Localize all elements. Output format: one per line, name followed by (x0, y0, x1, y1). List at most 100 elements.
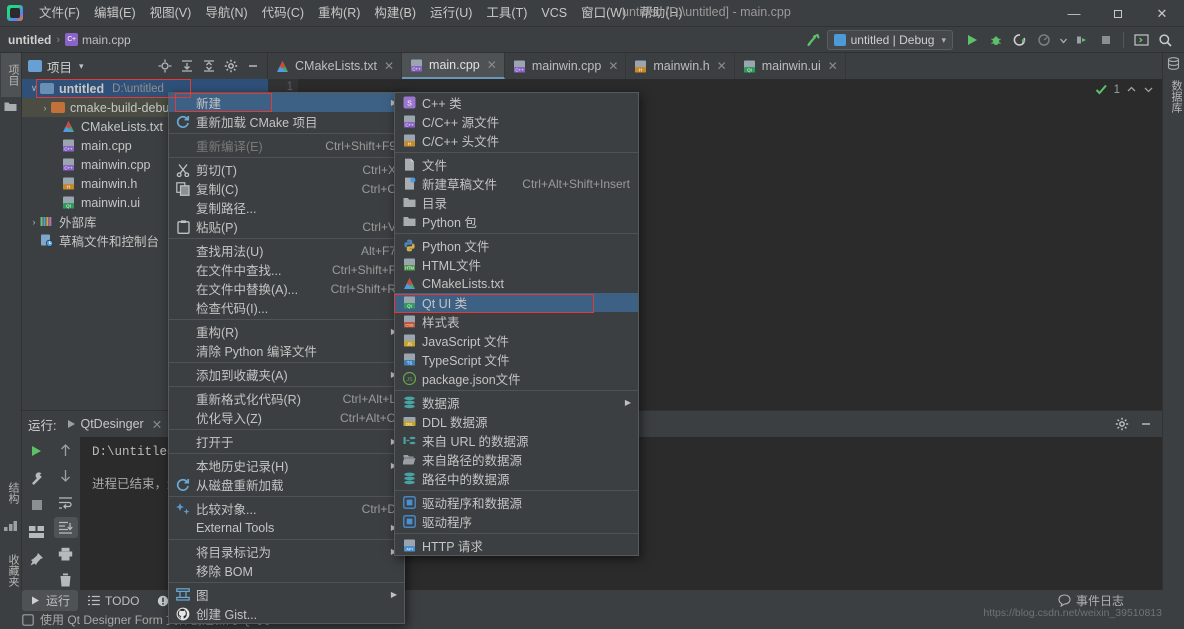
menu-9[interactable]: 工具(T) (479, 2, 534, 24)
print-icon[interactable] (54, 543, 78, 564)
new-submenu-item-新建草稿文件[interactable]: 新建草稿文件Ctrl+Alt+Shift+Insert (395, 174, 638, 193)
new-submenu-item-来自路径的数据源[interactable]: 来自路径的数据源 (395, 450, 638, 469)
new-submenu-item-HTTP-请求[interactable]: APIHTTP 请求 (395, 536, 638, 555)
context-menu-item-重新格式化代码-R-[interactable]: 重新格式化代码(R)Ctrl+Alt+L (169, 389, 404, 408)
new-submenu-item-DDL-数据源[interactable]: DDLDDL 数据源 (395, 412, 638, 431)
tree-expand-arrow[interactable]: › (39, 103, 51, 113)
hide-panel-icon[interactable] (1136, 414, 1156, 434)
new-submenu-item-CMakeLists.txt[interactable]: CMakeLists.txt (395, 274, 638, 293)
new-submenu-item-文件[interactable]: 文件 (395, 155, 638, 174)
run-with-coverage-button[interactable] (1009, 29, 1031, 51)
search-everywhere-icon[interactable] (1154, 29, 1176, 51)
run-tab[interactable]: QtDesinger ✕ (68, 417, 162, 432)
editor-tab-mainwin.h[interactable]: Hmainwin.h✕ (626, 53, 734, 79)
menu-1[interactable]: 文件(F) (32, 2, 87, 24)
context-menu-item-复制路径-[interactable]: 复制路径... (169, 198, 404, 217)
close-icon[interactable]: ✕ (384, 59, 394, 73)
inspection-next-icon[interactable] (1143, 84, 1154, 95)
context-menu-item-重新编译-E-[interactable]: 重新编译(E)Ctrl+Shift+F9 (169, 136, 404, 155)
context-menu-item-剪切-T-[interactable]: 剪切(T)Ctrl+X (169, 160, 404, 179)
minimize-button[interactable]: — (1052, 0, 1096, 27)
status-tab-运行[interactable]: 运行 (22, 590, 78, 611)
folder-icon[interactable] (4, 101, 17, 114)
context-menu-item-查找用法-U-[interactable]: 查找用法(U)Alt+F7 (169, 241, 404, 260)
menu-5[interactable]: 代码(C) (255, 2, 311, 24)
sidebar-item-database[interactable]: 数据库 (1164, 73, 1184, 119)
context-menu-item-清除-Python-编译文件[interactable]: 清除 Python 编译文件 (169, 341, 404, 360)
context-menu-item-图[interactable]: 图▶ (169, 585, 404, 604)
new-submenu[interactable]: SC++ 类C++C/C++ 源文件HC/C++ 头文件文件新建草稿文件Ctrl… (394, 92, 639, 556)
menu-6[interactable]: 重构(R) (311, 2, 367, 24)
context-menu-item-粘贴-P-[interactable]: 粘贴(P)Ctrl+V (169, 217, 404, 236)
new-submenu-item-驱动程序[interactable]: 驱动程序 (395, 512, 638, 531)
menu-4[interactable]: 导航(N) (198, 2, 254, 24)
menu-10[interactable]: VCS (534, 2, 574, 24)
database-icon[interactable] (1167, 57, 1180, 70)
tree-expand-arrow[interactable]: › (28, 217, 40, 227)
new-submenu-item-C-类[interactable]: SC++ 类 (395, 93, 638, 112)
structure-icon[interactable] (4, 519, 17, 532)
soft-wrap-icon[interactable] (54, 492, 78, 513)
context-menu[interactable]: 新建▶重新加载 CMake 项目重新编译(E)Ctrl+Shift+F9剪切(T… (168, 92, 405, 624)
context-menu-item-添加到收藏夹-A-[interactable]: 添加到收藏夹(A)▶ (169, 365, 404, 384)
build-hammer-icon[interactable] (803, 29, 825, 51)
pin-icon[interactable] (25, 548, 49, 570)
wrench-icon[interactable] (25, 467, 49, 489)
context-menu-item-在文件中替换-A-[interactable]: 在文件中替换(A)...Ctrl+Shift+R (169, 279, 404, 298)
close-icon[interactable]: ✕ (717, 59, 727, 73)
editor-tab-main.cpp[interactable]: C++main.cpp✕ (402, 53, 505, 79)
layout-icon[interactable] (25, 521, 49, 543)
stop-button[interactable] (1095, 29, 1117, 51)
editor-tab-mainwin.cpp[interactable]: C++mainwin.cpp✕ (505, 53, 627, 79)
expand-all-icon[interactable] (177, 56, 197, 76)
new-submenu-item-HTML文件[interactable]: HTMHTML文件 (395, 255, 638, 274)
inspection-widget[interactable]: 1 (1095, 83, 1154, 96)
new-submenu-item-Python-包[interactable]: Python 包 (395, 212, 638, 231)
context-menu-item-将目录标记为[interactable]: 将目录标记为▶ (169, 542, 404, 561)
collapse-all-icon[interactable] (199, 56, 219, 76)
close-icon[interactable]: ✕ (487, 58, 497, 72)
profile-dropdown-icon[interactable] (1057, 29, 1069, 51)
new-submenu-item-TypeScript-文件[interactable]: TSTypeScript 文件 (395, 350, 638, 369)
new-submenu-item-目录[interactable]: 目录 (395, 193, 638, 212)
context-menu-item-打开于[interactable]: 打开于▶ (169, 432, 404, 451)
new-submenu-item-驱动程序和数据源[interactable]: 驱动程序和数据源 (395, 493, 638, 512)
sidebar-item-project[interactable]: 项目 (1, 53, 21, 97)
inspection-prev-icon[interactable] (1126, 84, 1137, 95)
breadcrumb-project[interactable]: untitled (8, 33, 51, 47)
editor-tab-CMakeLists.txt[interactable]: CMakeLists.txt✕ (268, 53, 402, 79)
profile-button[interactable] (1033, 29, 1055, 51)
attach-process-button[interactable] (1071, 29, 1093, 51)
context-menu-item-比较对象-[interactable]: 比较对象...Ctrl+D (169, 499, 404, 518)
new-submenu-item-路径中的数据源[interactable]: 路径中的数据源 (395, 469, 638, 488)
trash-icon[interactable] (54, 569, 78, 590)
chevron-down-icon[interactable]: ▾ (79, 61, 84, 72)
context-menu-item-External-Tools[interactable]: External Tools▶ (169, 518, 404, 537)
new-submenu-item-JavaScript-文件[interactable]: JSJavaScript 文件 (395, 331, 638, 350)
context-menu-item-复制-C-[interactable]: 复制(C)Ctrl+C (169, 179, 404, 198)
close-icon[interactable]: ✕ (828, 59, 838, 73)
run-configuration-selector[interactable]: untitled | Debug ▾ (827, 30, 953, 50)
new-submenu-item-数据源[interactable]: 数据源▶ (395, 393, 638, 412)
maximize-button[interactable] (1096, 0, 1140, 27)
breadcrumb-file[interactable]: main.cpp (82, 33, 131, 47)
menu-8[interactable]: 运行(U) (423, 2, 479, 24)
menu-2[interactable]: 编辑(E) (87, 2, 143, 24)
locate-icon[interactable] (155, 56, 175, 76)
menu-3[interactable]: 视图(V) (143, 2, 199, 24)
rerun-icon[interactable] (25, 440, 49, 462)
context-menu-item-检查代码-I-[interactable]: 检查代码(I)... (169, 298, 404, 317)
tree-expand-arrow[interactable]: ∨ (28, 83, 40, 94)
terminal-icon[interactable] (1130, 29, 1152, 51)
close-button[interactable]: ✕ (1140, 0, 1184, 27)
new-submenu-item-Python-文件[interactable]: Python 文件 (395, 236, 638, 255)
gear-icon[interactable] (221, 56, 241, 76)
gear-icon[interactable] (1112, 414, 1132, 434)
new-submenu-item-来自-URL-的数据源[interactable]: 来自 URL 的数据源 (395, 431, 638, 450)
context-menu-item-新建[interactable]: 新建▶ (169, 93, 404, 112)
new-submenu-item-C-C-源文件[interactable]: C++C/C++ 源文件 (395, 112, 638, 131)
context-menu-item-移除-BOM[interactable]: 移除 BOM (169, 561, 404, 580)
status-tab-TODO[interactable]: TODO (80, 592, 147, 610)
menu-7[interactable]: 构建(B) (367, 2, 423, 24)
context-menu-item-从磁盘重新加载[interactable]: 从磁盘重新加载 (169, 475, 404, 494)
